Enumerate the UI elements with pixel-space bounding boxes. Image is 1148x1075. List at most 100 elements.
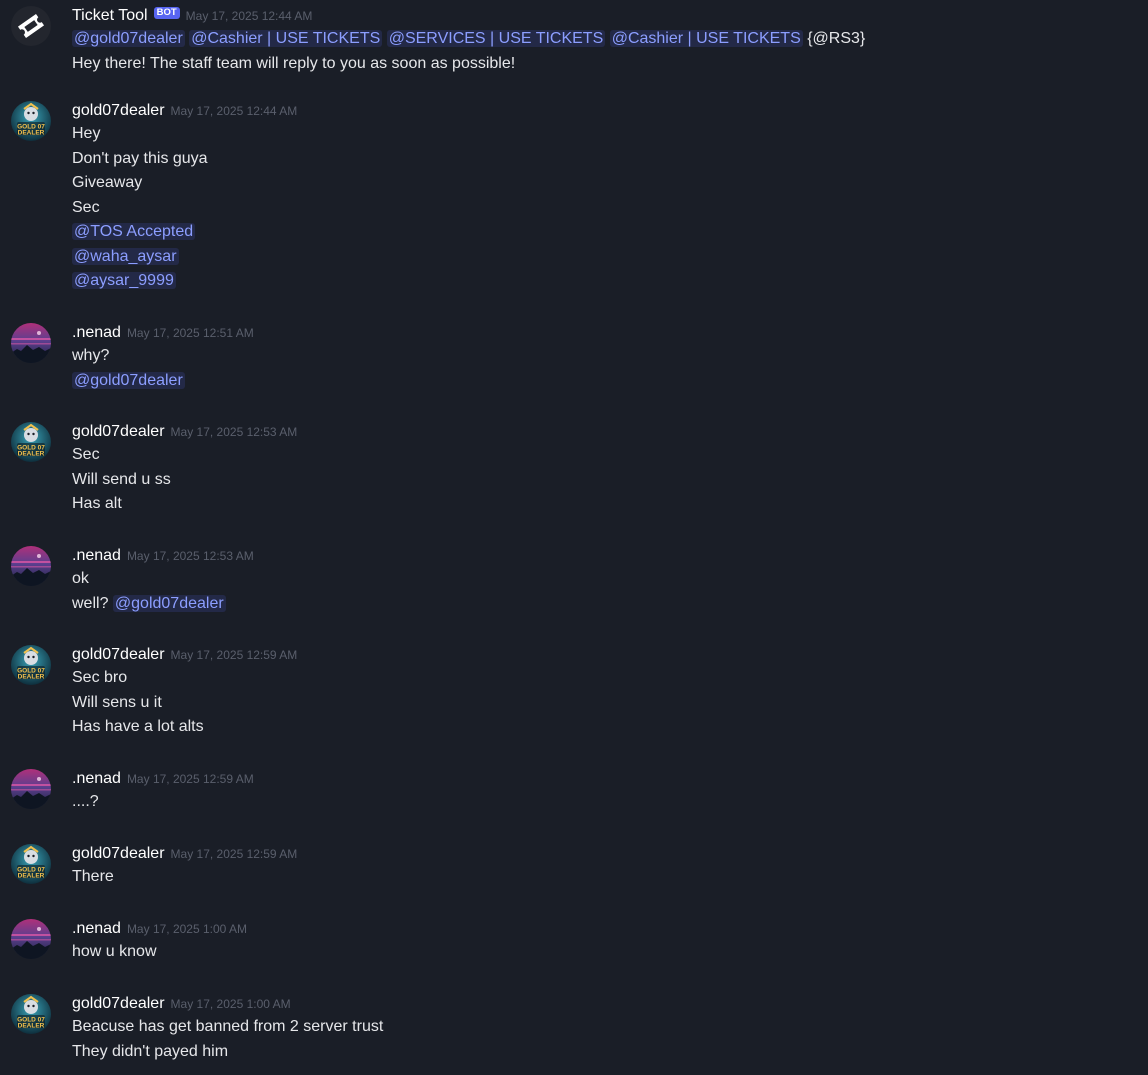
message-header: Ticket Tool BOT May 17, 2025 12:44 AM bbox=[72, 6, 312, 26]
message-header: .nenad May 17, 2025 12:51 AM bbox=[72, 323, 254, 343]
author-name[interactable]: gold07dealer bbox=[72, 646, 165, 663]
message-line: Sec bbox=[72, 198, 1148, 218]
night-city-avatar[interactable] bbox=[11, 323, 51, 363]
message-header: gold07dealer May 17, 2025 12:53 AM bbox=[72, 422, 297, 442]
message-text: Has have a lot alts bbox=[72, 718, 204, 735]
message-content: Hey Don't pay this guya Giveaway Sec @TOS Ac… bbox=[72, 124, 1148, 296]
message-content: how u know bbox=[72, 942, 1148, 967]
message-line: Will sens u it bbox=[72, 693, 1148, 713]
message-line: There bbox=[72, 867, 1148, 887]
message-line: Hey bbox=[72, 124, 1148, 144]
svg-text:DEALER: DEALER bbox=[18, 674, 45, 681]
author-name[interactable]: gold07dealer bbox=[72, 995, 165, 1012]
message-text: Beacuse has get banned from 2 server tru… bbox=[72, 1018, 384, 1035]
message-line: well? @gold07dealer bbox=[72, 594, 1148, 614]
message-text: There bbox=[72, 868, 114, 885]
timestamp: May 17, 2025 12:59 AM bbox=[170, 847, 298, 861]
message-header: .nenad May 17, 2025 12:53 AM bbox=[72, 546, 254, 566]
message-content: why? @gold07dealer bbox=[72, 346, 1148, 395]
message-header: gold07dealer May 17, 2025 12:59 AM bbox=[72, 844, 297, 864]
message-line: why? bbox=[72, 346, 1148, 366]
message-line: @TOS Accepted bbox=[72, 222, 1148, 242]
message-line: @waha_aysar bbox=[72, 247, 1148, 267]
user-mention[interactable]: @gold07dealer bbox=[72, 30, 185, 47]
night-city-avatar[interactable] bbox=[11, 919, 51, 959]
message-text: Sec bro bbox=[72, 669, 128, 686]
message-line: Giveaway bbox=[72, 173, 1148, 193]
message-header: gold07dealer May 17, 2025 12:59 AM bbox=[72, 645, 297, 665]
user-mention[interactable]: @Cashier | USE TICKETS bbox=[189, 30, 383, 47]
svg-text:DEALER: DEALER bbox=[18, 1023, 45, 1030]
message-text: how u know bbox=[72, 943, 157, 960]
chat-log: Ticket Tool BOT May 17, 2025 12:44 AM @gold… bbox=[0, 0, 1148, 1075]
bot-badge: BOT bbox=[153, 6, 180, 19]
message-content: There bbox=[72, 867, 1148, 892]
message-line: Beacuse has get banned from 2 server tru… bbox=[72, 1017, 1148, 1037]
gold07-dealer-avatar[interactable]: GOLD 07 DEALER bbox=[11, 101, 51, 141]
author-name[interactable]: .nenad bbox=[72, 920, 121, 937]
author-name[interactable]: .nenad bbox=[72, 547, 121, 564]
user-mention[interactable]: @SERVICES | USE TICKETS bbox=[386, 30, 606, 47]
user-mention[interactable]: @aysar_9999 bbox=[72, 272, 176, 289]
message-line: ....? bbox=[72, 792, 1148, 812]
message-line: @gold07dealer @Cashier | USE TICKETS @SE… bbox=[72, 29, 1148, 49]
svg-text:DEALER: DEALER bbox=[18, 130, 45, 137]
night-city-avatar[interactable] bbox=[11, 546, 51, 586]
timestamp: May 17, 2025 12:44 AM bbox=[170, 104, 298, 118]
message-text: well? bbox=[72, 594, 113, 612]
message-line: They didn't payed him bbox=[72, 1042, 1148, 1062]
author-name[interactable]: gold07dealer bbox=[72, 102, 165, 119]
author-name[interactable]: gold07dealer bbox=[72, 845, 165, 862]
timestamp: May 17, 2025 12:53 AM bbox=[126, 549, 254, 563]
author-name[interactable]: Ticket Tool bbox=[72, 7, 148, 24]
message-text: Will sens u it bbox=[72, 693, 162, 711]
gold07-dealer-avatar[interactable]: GOLD 07 DEALER bbox=[11, 844, 51, 884]
timestamp: May 17, 2025 1:00 AM bbox=[126, 922, 248, 936]
message-line: Don't pay this guya bbox=[72, 149, 1148, 169]
message-text: Sec bbox=[72, 198, 100, 216]
timestamp: May 17, 2025 1:00 AM bbox=[170, 997, 291, 1011]
message-content: Sec bro Will sens u it Has have a lot alts bbox=[72, 668, 1148, 742]
message-content: Sec Will send u ss Has alt bbox=[72, 445, 1148, 519]
user-mention[interactable]: @TOS Accepted bbox=[72, 223, 196, 240]
timestamp: May 17, 2025 12:44 AM bbox=[185, 9, 313, 23]
message-line: Sec bro bbox=[72, 668, 1148, 688]
message-text: Giveaway bbox=[72, 174, 143, 191]
message-content: Beacuse has get banned from 2 server tru… bbox=[72, 1017, 1148, 1066]
message-line: Sec bbox=[72, 445, 1148, 465]
gold07-dealer-avatar[interactable]: GOLD 07 DEALER bbox=[11, 994, 51, 1034]
message-line: ok bbox=[72, 569, 1148, 589]
author-name[interactable]: .nenad bbox=[72, 770, 121, 787]
message-line: @gold07dealer bbox=[72, 371, 1148, 391]
ticket-icon[interactable] bbox=[11, 6, 51, 46]
message-line: how u know bbox=[72, 942, 1148, 962]
user-mention[interactable]: @gold07dealer bbox=[112, 594, 226, 612]
message-header: .nenad May 17, 2025 12:59 AM bbox=[72, 769, 254, 789]
message-header: gold07dealer May 17, 2025 12:44 AM bbox=[72, 101, 297, 121]
author-name[interactable]: .nenad bbox=[72, 324, 121, 341]
author-name[interactable]: gold07dealer bbox=[72, 423, 165, 440]
message-line: Hey there! The staff team will reply to … bbox=[72, 54, 1148, 74]
user-mention[interactable]: @gold07dealer bbox=[72, 371, 185, 389]
svg-text:DEALER: DEALER bbox=[18, 451, 45, 458]
user-mention[interactable]: @waha_aysar bbox=[72, 247, 179, 265]
user-mention[interactable]: @Cashier | USE TICKETS bbox=[609, 30, 803, 47]
timestamp: May 17, 2025 12:59 AM bbox=[126, 772, 254, 786]
message-text: Has alt bbox=[72, 495, 122, 512]
night-city-avatar[interactable] bbox=[11, 769, 51, 809]
svg-text:DEALER: DEALER bbox=[18, 873, 45, 880]
message-line: Will send u ss bbox=[72, 470, 1148, 490]
message-line: Has have a lot alts bbox=[72, 717, 1148, 737]
timestamp: May 17, 2025 12:53 AM bbox=[170, 425, 298, 439]
gold07-dealer-avatar[interactable]: GOLD 07 DEALER bbox=[11, 422, 51, 462]
message-line: Has alt bbox=[72, 494, 1148, 514]
message-text: Sec bbox=[72, 446, 100, 463]
message-text: Hey there! The staff team will reply to … bbox=[72, 54, 516, 72]
message-text: ....? bbox=[72, 793, 99, 810]
timestamp: May 17, 2025 12:51 AM bbox=[126, 326, 254, 340]
message-content: ok well? @gold07dealer bbox=[72, 569, 1148, 618]
message-text: {@RS3} bbox=[802, 30, 866, 47]
message-text: ok bbox=[72, 570, 89, 587]
gold07-dealer-avatar[interactable]: GOLD 07 DEALER bbox=[11, 645, 51, 685]
message-text: Don't pay this guya bbox=[72, 149, 208, 167]
